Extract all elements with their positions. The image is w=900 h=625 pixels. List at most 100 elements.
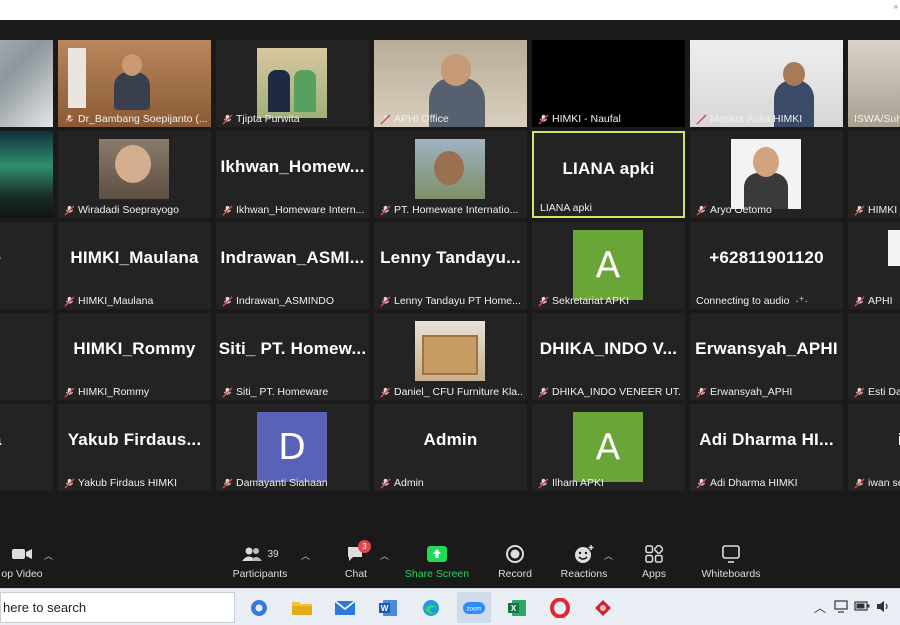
participant-name-label: Indrawan_ASMINDO [222, 295, 365, 307]
participant-tile[interactable]: Dr_Bambang Soepijanto (... [58, 40, 211, 127]
participant-name-label: Ilham APKI [538, 477, 681, 489]
participant-display-name: Yakub Firdaus... [67, 430, 202, 449]
chat-caret-icon[interactable]: ︿ [380, 549, 389, 562]
taskbar-app-edge-legacy[interactable] [242, 592, 276, 623]
participant-tile[interactable]: Tjipta Purwita [216, 40, 369, 127]
participant-name-label: APHI Office [380, 113, 523, 125]
participant-name-label: Esti Da [854, 386, 900, 398]
participant-tile[interactable]: Indrawan_ASMI... Indrawan_ASMINDO [216, 222, 369, 309]
participant-name-label: ISWA/Suh [854, 113, 900, 125]
participant-tile[interactable]: yogya a [0, 404, 53, 491]
participant-tile[interactable]: iwan s iwan se [848, 404, 900, 491]
tray-volume-icon[interactable] [876, 600, 890, 613]
mic-muted-icon [222, 386, 233, 398]
whiteboards-label: Whiteboards [701, 568, 761, 580]
participant-name: HIMKI - Naufal [552, 113, 621, 125]
zoom-icon: zoom [463, 601, 485, 614]
taskbar-search-box[interactable]: here to search [0, 592, 235, 623]
participant-tile[interactable]: HIMKI_Rommy HIMKI_Rommy [58, 313, 211, 400]
participant-tile[interactable]: Yakub Firdaus... Yakub Firdaus HIMKI [58, 404, 211, 491]
participant-tile[interactable]: Wiradadi Soeprayogo [58, 131, 211, 218]
participant-tile[interactable]: HIMKI_Maulana HIMKI_Maulana [58, 222, 211, 309]
tray-overflow-chevron-icon[interactable]: ︿ [814, 599, 826, 616]
participant-tile[interactable]: A Ilham APKI [532, 404, 685, 491]
participant-tile[interactable]: D Damayanti Siahaan [216, 404, 369, 491]
opera-icon [550, 597, 570, 618]
mic-muted-icon [696, 386, 707, 398]
video-options-caret-icon[interactable]: ︿ [44, 549, 53, 562]
whiteboards-button[interactable]: Whiteboards [696, 543, 766, 580]
tray-network-icon[interactable] [834, 600, 848, 613]
participant-name-label: Daniel_ CFU Furniture Kla... [380, 386, 523, 398]
stop-video-button[interactable]: op Video [0, 543, 44, 580]
participant-tile[interactable]: Lenny Tandayu... Lenny Tandayu PT Home... [374, 222, 527, 309]
participant-name: HIMKI_Rommy [78, 386, 150, 398]
taskbar-app-mail[interactable] [328, 592, 362, 623]
participant-name: Dr_Bambang Soepijanto (... [78, 113, 207, 125]
participant-name-label: Maskur Aulia HIMKI [696, 113, 839, 125]
mic-muted-icon [380, 386, 391, 398]
participant-tile[interactable]: eware [0, 222, 53, 309]
participant-tile[interactable] [0, 131, 53, 218]
participant-name: Adi Dharma HIMKI [710, 477, 798, 489]
participant-tile[interactable]: DHIKA_INDO V... DHIKA_INDO VENEER UT... [532, 313, 685, 400]
participant-name: Ilham APKI [552, 477, 604, 489]
participant-tile[interactable]: LIANA apki LIANA apki [532, 131, 685, 218]
participant-name-label: a [0, 477, 49, 489]
participant-tile[interactable]: Aryo Oetomo [690, 131, 843, 218]
participant-tile[interactable]: PT. Homeware Internatio... [374, 131, 527, 218]
participant-tile[interactable]: Adi Dharma HI... Adi Dharma HIMKI [690, 404, 843, 491]
chat-button[interactable]: 3 Chat [336, 540, 376, 580]
audio-connecting-dots-icon: ·⁺· [795, 295, 808, 307]
participant-tile[interactable]: Maskur Aulia HIMKI [690, 40, 843, 127]
participant-tile[interactable]: A Sekretariat APKI [532, 222, 685, 309]
participant-tile[interactable]: Erwansyah_APHI Erwansyah_APHI [690, 313, 843, 400]
taskbar-app-opera[interactable] [543, 592, 577, 623]
apps-button[interactable]: Apps [636, 543, 672, 580]
participant-tile[interactable]: APHI [848, 222, 900, 309]
participant-avatar: A [573, 412, 643, 482]
record-button[interactable]: Record [494, 543, 536, 580]
meeting-toolbar: op Video ︿ 39 Participants ︿ 3 Chat ︿ Sh… [0, 535, 900, 588]
mic-muted-icon [380, 295, 391, 307]
taskbar-app-zoom[interactable]: zoom [457, 592, 491, 623]
participant-name-label: HIMKI [854, 204, 900, 216]
taskbar-app-excel[interactable]: X [500, 592, 534, 623]
mic-muted-icon [64, 477, 75, 489]
windows-taskbar: here to search W zoom X ︿ [0, 588, 900, 625]
participant-tile[interactable]: Ikhwan_Homew... Ikhwan_Homeware Intern... [216, 131, 369, 218]
participant-tile[interactable]: o [0, 40, 53, 127]
participant-display-name: +62811901120 [709, 248, 824, 267]
taskbar-app-edge[interactable] [414, 592, 448, 623]
taskbar-app-file-explorer[interactable] [285, 592, 319, 623]
taskbar-app-game[interactable] [586, 592, 620, 623]
participant-name-label: Siti_ PT. Homeware [222, 386, 365, 398]
tray-battery-icon[interactable] [854, 601, 870, 611]
participant-tile[interactable]: Daniel_ CFU Furniture Kla... [374, 313, 527, 400]
taskbar-app-word[interactable]: W [371, 592, 405, 623]
participant-tile[interactable]: Siti_ PT. Homew... Siti_ PT. Homeware [216, 313, 369, 400]
participants-caret-icon[interactable]: ︿ [301, 549, 310, 562]
participant-tile[interactable]: HIMK HIMKI [848, 131, 900, 218]
mic-muted-icon [538, 386, 549, 398]
participant-tile[interactable]: +62811901120 Connecting to audio ·⁺· [690, 222, 843, 309]
reactions-caret-icon[interactable]: ︿ [604, 549, 613, 562]
participant-name-label: HIMKI_Maulana [64, 295, 207, 307]
mic-muted-icon [64, 386, 75, 398]
participant-tile[interactable]: Admin Admin [374, 404, 527, 491]
participant-tile[interactable]: APHI Office [374, 40, 527, 127]
participant-tile[interactable]: to [0, 313, 53, 400]
participant-tile[interactable]: Esti D Esti Da [848, 313, 900, 400]
participant-name: HIMKI_Maulana [78, 295, 154, 307]
svg-text:X: X [511, 604, 517, 613]
participant-display-name: Lenny Tandayu... [380, 248, 521, 267]
participant-display-name: Ikhwan_Homew... [220, 157, 365, 176]
reactions-button[interactable]: Reactions [558, 543, 610, 580]
participant-name: Sekretariat APKI [552, 295, 630, 307]
participant-name-label: HIMKI - Naufal [538, 113, 681, 125]
svg-text:zoom: zoom [467, 606, 482, 612]
participant-tile[interactable]: ISWA/Suh [848, 40, 900, 127]
participant-tile[interactable]: HIMKI - Naufal [532, 40, 685, 127]
participants-button[interactable]: 39 Participants [228, 543, 292, 580]
share-screen-button[interactable]: Share Screen [402, 543, 472, 580]
